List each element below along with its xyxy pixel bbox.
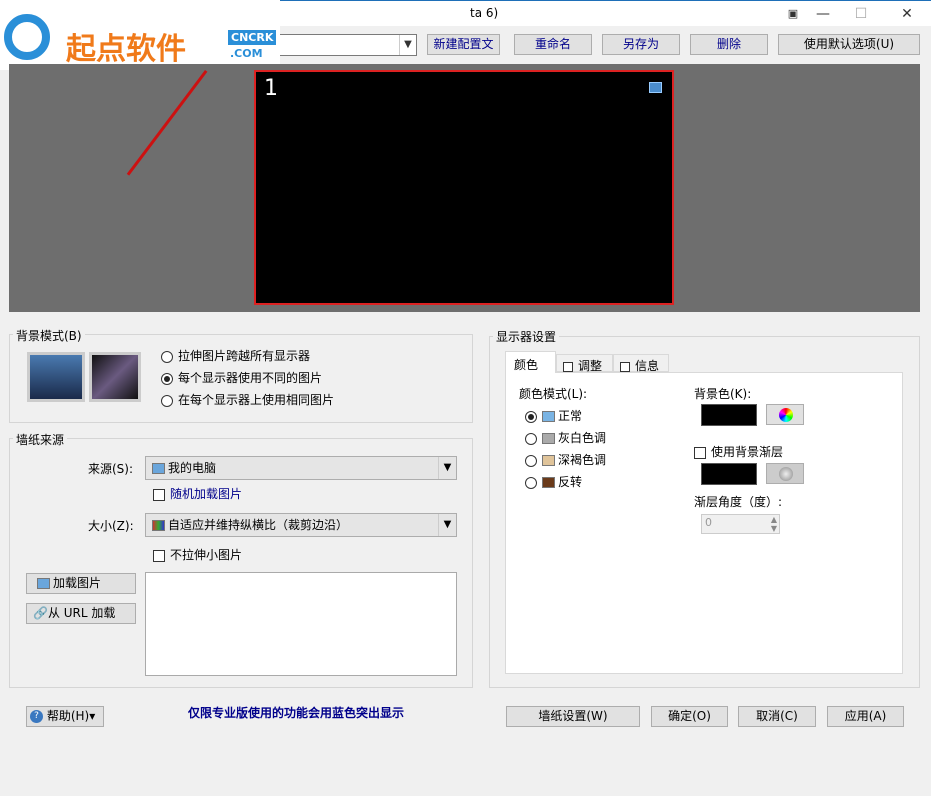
- gradient-color-swatch[interactable]: [701, 463, 757, 485]
- logo-icon: [4, 14, 50, 60]
- mode-option-different[interactable]: 每个显示器使用不同的图片: [161, 369, 322, 386]
- delete-button[interactable]: 删除: [690, 34, 768, 55]
- new-profile-button[interactable]: 新建配置文: [427, 34, 500, 55]
- color-wheel-icon: [779, 408, 793, 422]
- help-button[interactable]: ? 帮助(H)▾: [26, 706, 104, 727]
- tab-info[interactable]: 信息: [613, 354, 669, 373]
- cancel-button[interactable]: 取消(C): [738, 706, 816, 727]
- close-button[interactable]: ✕: [884, 1, 930, 27]
- chevron-down-icon: ▼: [438, 514, 456, 536]
- logo-badge: CNCRK: [228, 30, 277, 45]
- no-stretch-checkbox[interactable]: 不拉伸小图片: [153, 546, 242, 563]
- monitor-icon: [649, 82, 662, 93]
- mode-option-same[interactable]: 在每个显示器上使用相同图片: [161, 391, 334, 408]
- logo-text: 起点软件: [66, 32, 186, 67]
- background-mode-title: 背景模式(B): [13, 327, 85, 344]
- color-mode-grayscale[interactable]: 灰白色调: [525, 429, 606, 446]
- wallpaper-settings-button[interactable]: 墙纸设置(W): [506, 706, 640, 727]
- gradient-angle-spinner[interactable]: 0 ▲ ▼: [701, 514, 780, 534]
- tab-color[interactable]: 颜色: [505, 351, 556, 373]
- window-title: ta 6): [470, 6, 499, 20]
- spinner-arrows-icon: ▲ ▼: [770, 515, 777, 533]
- monitor-galaxy-icon: [89, 352, 141, 402]
- gradient-angle-label: 渐层角度（度）:: [694, 495, 783, 509]
- load-url-button[interactable]: 🔗从 URL 加载: [26, 603, 136, 624]
- monitor-settings-title: 显示器设置: [493, 328, 560, 345]
- source-select[interactable]: 我的电脑 ▼: [145, 456, 457, 480]
- size-label: 大小(Z):: [88, 519, 134, 533]
- tab-adjust[interactable]: 调整: [556, 354, 613, 373]
- logo-badge-domain: .COM: [230, 47, 263, 60]
- source-label: 来源(S):: [88, 462, 134, 476]
- use-gradient-checkbox[interactable]: 使用背景渐层: [694, 443, 783, 460]
- chevron-down-icon: ▼: [438, 457, 456, 479]
- mode-option-stretch[interactable]: 拉伸图片跨越所有显示器: [161, 347, 310, 364]
- rename-button[interactable]: 重命名: [514, 34, 592, 55]
- gradient-picker-button: [766, 463, 804, 484]
- color-mode-label: 颜色模式(L):: [519, 387, 588, 401]
- bg-color-swatch[interactable]: [701, 404, 757, 426]
- color-mode-normal[interactable]: 正常: [525, 407, 582, 424]
- sphere-icon: [779, 467, 793, 481]
- apply-button[interactable]: 应用(A): [827, 706, 904, 727]
- color-mode-invert[interactable]: 反转: [525, 473, 582, 490]
- monitor-number: 1: [264, 76, 278, 101]
- chevron-down-icon[interactable]: ▼: [399, 35, 416, 55]
- color-picker-button[interactable]: [766, 404, 804, 425]
- load-image-button[interactable]: 加载图片: [26, 573, 136, 594]
- use-defaults-button[interactable]: 使用默认选项(U): [778, 34, 920, 55]
- ok-button[interactable]: 确定(O): [651, 706, 728, 727]
- bg-color-label: 背景色(K):: [694, 387, 752, 401]
- save-as-button[interactable]: 另存为: [602, 34, 680, 55]
- watermark-logo: 起点软件 CNCRK .COM: [0, 0, 280, 70]
- link-icon: 🔗: [33, 606, 48, 620]
- random-load-checkbox[interactable]: 随机加载图片: [153, 485, 242, 502]
- help-icon: ?: [30, 710, 43, 723]
- pro-version-note: 仅限专业版使用的功能会用蓝色突出显示: [188, 706, 405, 720]
- maximize-button[interactable]: ☐: [838, 1, 884, 27]
- image-list[interactable]: [145, 572, 457, 676]
- color-mode-sepia[interactable]: 深褐色调: [525, 451, 606, 468]
- monitor-1[interactable]: 1: [254, 70, 674, 305]
- wallpaper-source-title: 墙纸来源: [13, 431, 68, 448]
- monitor-earth-icon: [27, 352, 85, 402]
- size-select[interactable]: 自适应并维持纵横比（裁剪边沿） ▼: [145, 513, 457, 537]
